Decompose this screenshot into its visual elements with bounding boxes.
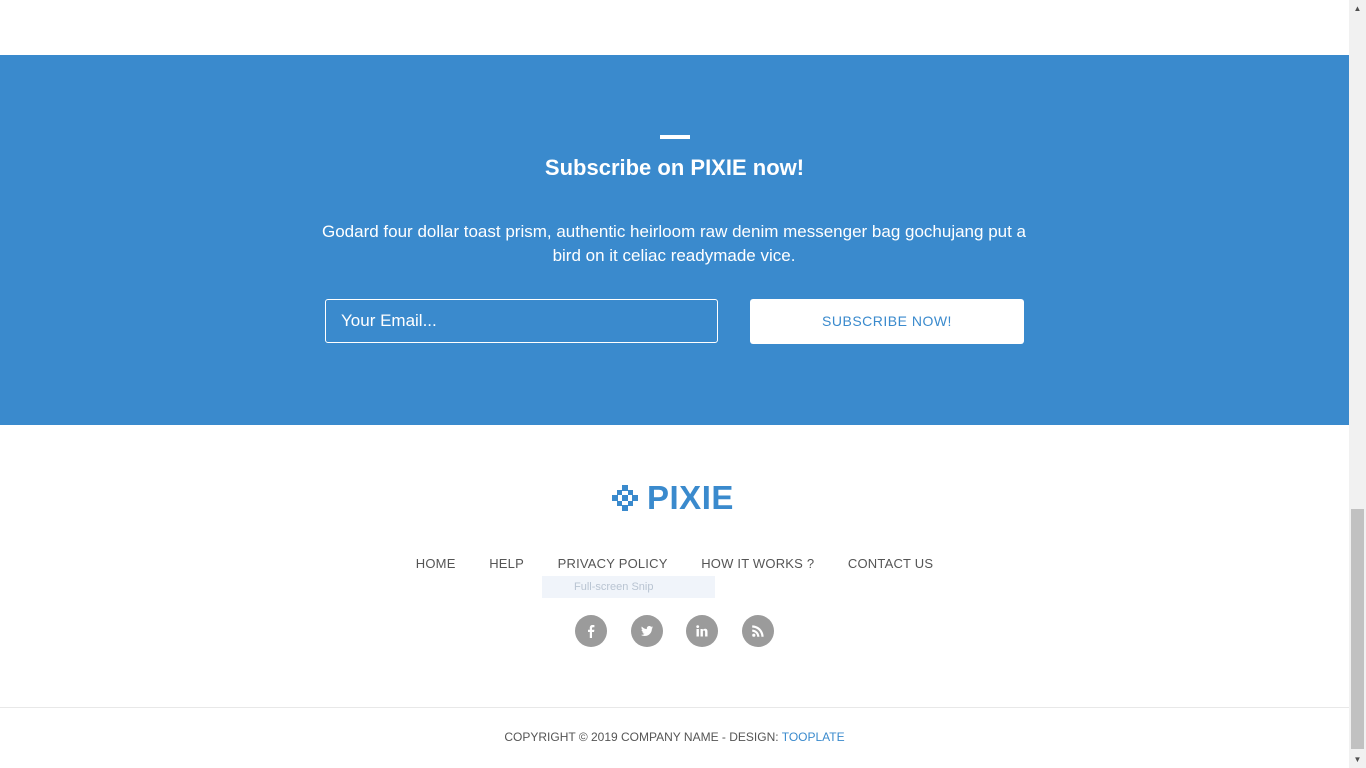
footer-link-privacy-policy[interactable]: PRIVACY POLICY <box>558 556 668 571</box>
facebook-icon <box>588 625 595 638</box>
subscribe-description: Godard four dollar toast prism, authenti… <box>322 222 1026 265</box>
top-strip <box>0 0 1349 55</box>
email-input[interactable] <box>325 299 718 343</box>
footer-link-help[interactable]: HELP <box>489 556 524 571</box>
footer-link-contact-us[interactable]: CONTACT US <box>848 556 933 571</box>
scroll-thumb[interactable] <box>1351 509 1364 749</box>
linkedin-button[interactable] <box>686 615 718 647</box>
tooplate-link[interactable]: TOOPLATE <box>782 730 845 744</box>
scroll-down-arrow-icon[interactable]: ▼ <box>1349 751 1366 768</box>
title-accent-bar <box>660 135 690 139</box>
footer-link-how-it-works[interactable]: HOW IT WORKS ? <box>701 556 814 571</box>
twitter-button[interactable] <box>631 615 663 647</box>
facebook-button[interactable] <box>575 615 607 647</box>
footer-link-home[interactable]: HOME <box>416 556 456 571</box>
footer-nav: HOME HELP PRIVACY POLICY HOW IT WORKS ? … <box>0 555 1349 573</box>
copyright-text: COPYRIGHT © 2019 COMPANY NAME - DESIGN: <box>504 730 782 744</box>
subscribe-section: Subscribe on PIXIE now! Godard four doll… <box>0 55 1349 425</box>
vertical-scrollbar[interactable]: ▲ ▼ <box>1349 0 1366 768</box>
scroll-up-arrow-icon[interactable]: ▲ <box>1349 0 1366 17</box>
footer-logo[interactable]: PIXIE <box>612 478 734 518</box>
twitter-icon <box>641 626 653 636</box>
footer-divider <box>0 707 1349 708</box>
pixel-diamond-icon <box>612 485 638 511</box>
logo-text: PIXIE <box>647 479 734 516</box>
copyright: COPYRIGHT © 2019 COMPANY NAME - DESIGN: … <box>0 729 1349 745</box>
snip-tooltip: Full-screen Snip <box>542 576 715 598</box>
linkedin-icon <box>696 625 708 637</box>
rss-icon <box>752 625 764 637</box>
page: Subscribe on PIXIE now! Godard four doll… <box>0 0 1349 768</box>
rss-button[interactable] <box>742 615 774 647</box>
subscribe-button[interactable]: SUBSCRIBE NOW! <box>750 299 1024 344</box>
subscribe-title: Subscribe on PIXIE now! <box>544 155 805 180</box>
